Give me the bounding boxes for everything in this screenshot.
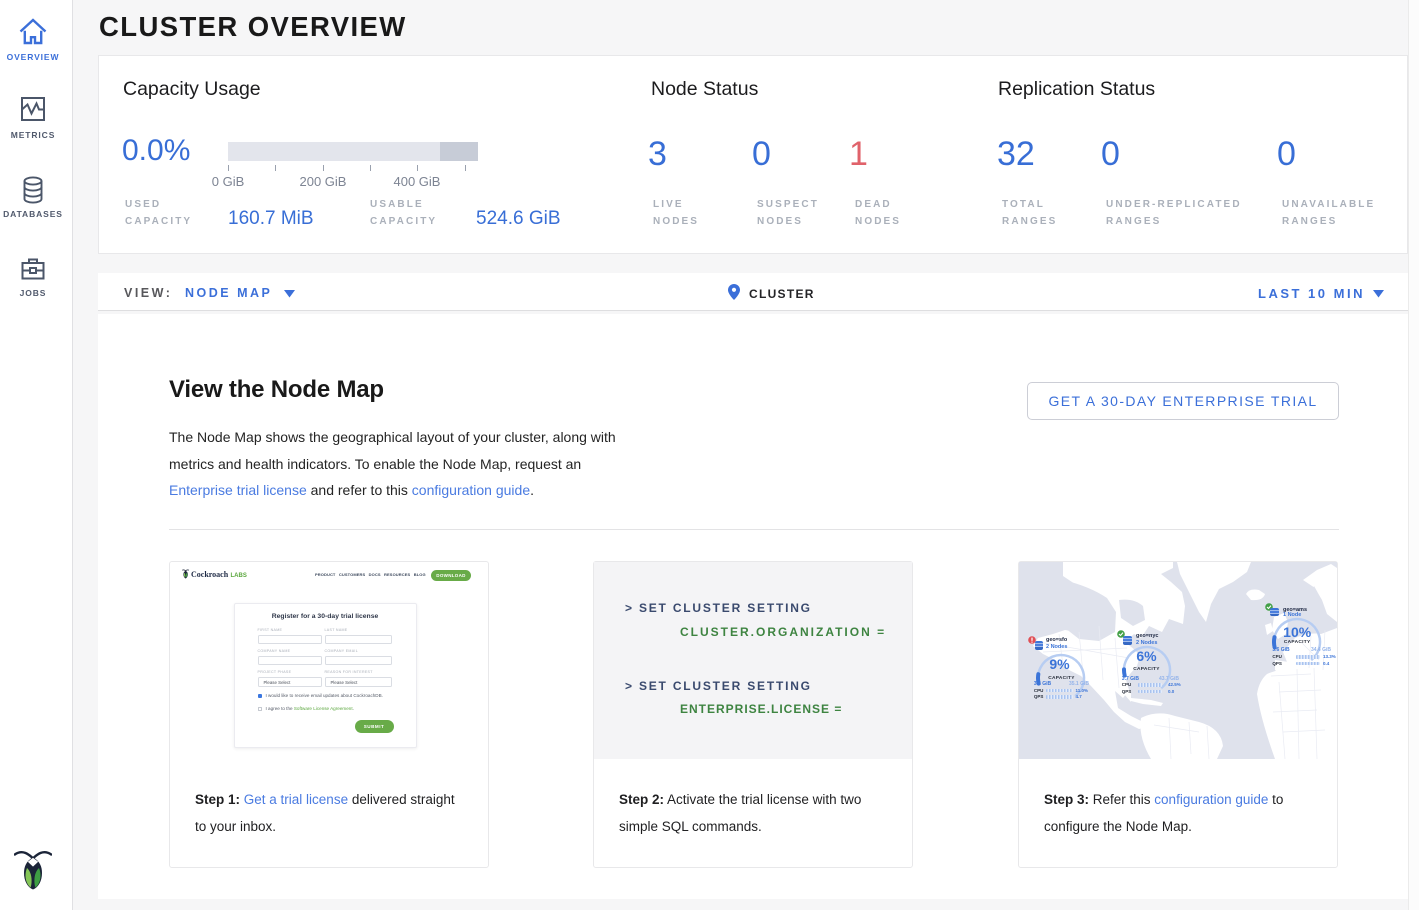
svg-text:LABS: LABS [231, 573, 247, 579]
svg-text:Cockroach: Cockroach [191, 570, 229, 579]
